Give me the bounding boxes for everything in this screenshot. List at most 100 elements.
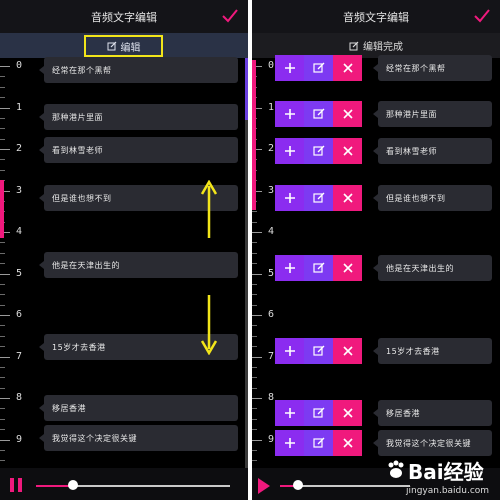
edit-icon[interactable] <box>304 138 333 164</box>
ruler-minor-tick <box>252 283 257 285</box>
edit-done-button[interactable]: 编辑完成 <box>252 38 500 53</box>
add-icon[interactable] <box>275 255 304 281</box>
edit-icon[interactable] <box>304 255 333 281</box>
subtitle-item[interactable]: 看到林雪老师 <box>373 138 492 164</box>
header: 音频文字编辑 <box>0 0 248 33</box>
add-icon[interactable] <box>275 138 304 164</box>
subtitle-item[interactable]: 我觉得这个决定很关键 <box>373 430 492 456</box>
subtitle-item[interactable]: 但是谁也想不到 <box>373 185 492 211</box>
subtitle-item[interactable]: 移居香港 <box>39 395 238 421</box>
ruler-minor-tick <box>0 449 5 451</box>
ruler-tick <box>0 315 10 316</box>
subtitle-item[interactable]: 他是在天津出生的 <box>373 255 492 281</box>
delete-icon[interactable] <box>333 430 362 456</box>
ruler-minor-tick <box>0 387 5 389</box>
ruler-tick <box>0 149 10 150</box>
delete-icon[interactable] <box>333 138 362 164</box>
edit-icon[interactable] <box>304 338 333 364</box>
ruler-minor-tick <box>252 294 257 296</box>
ruler-minor-tick <box>0 377 5 379</box>
edit-icon[interactable] <box>304 101 333 127</box>
add-icon[interactable] <box>275 430 304 456</box>
subtitle-item[interactable]: 15岁才去香港 <box>373 338 492 364</box>
ruler-tick <box>252 398 262 399</box>
subtitle-actions <box>275 55 362 81</box>
ruler-minor-tick <box>0 366 5 368</box>
time-ruler: 0 1 2 3 4 5 6 7 8 9 <box>0 58 30 472</box>
delete-icon[interactable] <box>333 185 362 211</box>
delete-icon[interactable] <box>333 400 362 426</box>
subtitle-item[interactable]: 看到林雪老师 <box>39 137 238 163</box>
page-title: 音频文字编辑 <box>91 11 157 24</box>
subtitle-item[interactable]: 移居香港 <box>373 400 492 426</box>
edit-icon[interactable] <box>304 55 333 81</box>
ruler-label: 0 <box>16 60 23 71</box>
confirm-check-icon[interactable] <box>220 6 240 26</box>
add-icon[interactable] <box>275 101 304 127</box>
delete-icon[interactable] <box>333 338 362 364</box>
subtitle-item[interactable]: 经常在那个黑帮 <box>373 55 492 81</box>
subtitle-actions <box>275 138 362 164</box>
ruler-minor-tick <box>252 408 257 410</box>
ruler-minor-tick <box>0 117 5 119</box>
ruler-minor-tick <box>0 252 5 254</box>
delete-icon[interactable] <box>333 101 362 127</box>
ruler-minor-tick <box>252 263 257 265</box>
ruler-label: 7 <box>16 350 23 362</box>
subtitle-actions <box>275 101 362 127</box>
ruler-label: 2 <box>268 143 275 154</box>
add-icon[interactable] <box>275 185 304 211</box>
ruler-label: 3 <box>268 184 275 196</box>
delete-icon[interactable] <box>333 55 362 81</box>
ruler-label: 7 <box>268 350 275 362</box>
ruler-minor-tick <box>252 377 257 379</box>
ruler-minor-tick <box>252 429 257 431</box>
add-icon[interactable] <box>275 55 304 81</box>
ruler-minor-tick <box>0 304 5 306</box>
edit-done-label: 编辑完成 <box>363 42 403 53</box>
subtitle-actions <box>275 185 362 211</box>
ruler-minor-tick <box>0 283 5 285</box>
ruler-label: 4 <box>16 226 23 237</box>
add-icon[interactable] <box>275 400 304 426</box>
delete-icon[interactable] <box>333 255 362 281</box>
edit-button[interactable]: 编辑 <box>84 35 163 57</box>
ruler-label: 2 <box>16 143 23 154</box>
seek-knob[interactable] <box>293 480 304 490</box>
confirm-check-icon[interactable] <box>472 6 492 26</box>
ruler-label: 5 <box>268 267 275 279</box>
play-icon[interactable] <box>258 478 270 494</box>
add-icon[interactable] <box>275 338 304 364</box>
edit-label: 编辑 <box>120 42 141 54</box>
watermark-text: Bai经验 <box>408 460 484 484</box>
ruler-minor-tick <box>0 128 5 130</box>
edit-icon[interactable] <box>304 430 333 456</box>
ruler-minor-tick <box>0 76 5 78</box>
ruler-label: 1 <box>268 101 275 113</box>
ruler-minor-tick <box>0 408 5 410</box>
ruler-tick <box>0 398 10 399</box>
subtitle-item[interactable]: 他是在天津出生的 <box>39 252 238 278</box>
edit-icon[interactable] <box>304 400 333 426</box>
ruler-label: 8 <box>268 392 275 403</box>
ruler-minor-tick <box>252 449 257 451</box>
subtitle-item[interactable]: 我觉得这个决定很关键 <box>39 425 238 451</box>
ruler-tick <box>252 232 262 233</box>
ruler-minor-tick <box>0 169 5 171</box>
subtitle-item[interactable]: 经常在那个黑帮 <box>39 57 238 83</box>
subtitle-actions <box>275 430 362 456</box>
subtitle-item[interactable]: 那种港片里面 <box>39 104 238 130</box>
arrow-up-icon <box>200 180 218 238</box>
ruler-minor-tick <box>252 387 257 389</box>
watermark-url: jingyan.baidu.com <box>406 486 490 496</box>
ruler-tick <box>0 439 10 441</box>
ruler-minor-tick <box>252 242 257 244</box>
pause-icon[interactable] <box>10 478 24 492</box>
ruler-label: 1 <box>16 101 23 113</box>
right-editor-panel: 音频文字编辑 编辑完成 0123456789 经常在那个黑帮 那种港片里面 看到… <box>252 0 500 500</box>
subtitle-item[interactable]: 那种港片里面 <box>373 101 492 127</box>
seek-knob[interactable] <box>67 480 78 490</box>
ruler-tick <box>0 66 10 67</box>
subtitle-actions <box>275 338 362 364</box>
edit-icon[interactable] <box>304 185 333 211</box>
